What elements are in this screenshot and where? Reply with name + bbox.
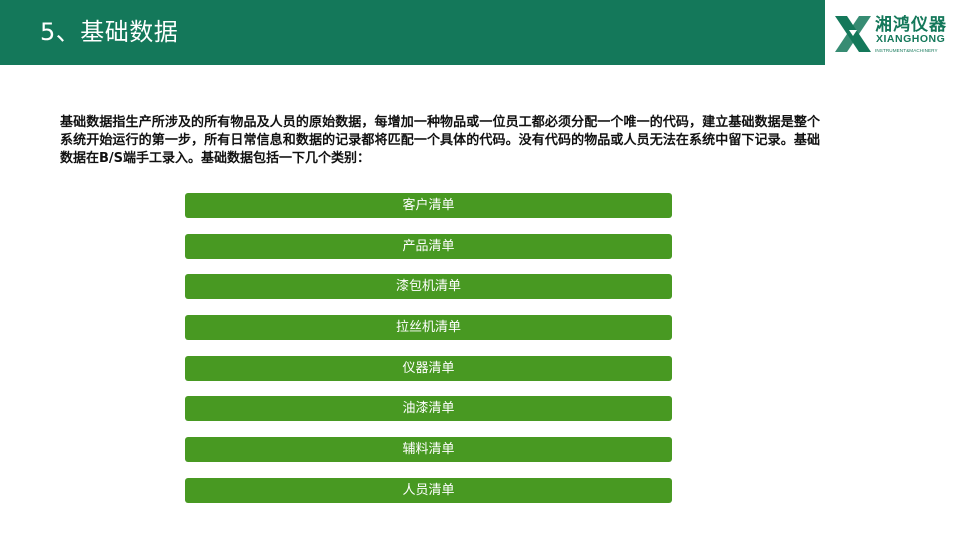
company-logo: 湘鸿仪器 XIANGHONG INSTRUMENT&MACHINERY [825, 0, 960, 65]
category-product-list: 产品清单 [185, 233, 672, 259]
slide-header: 5、基础数据 湘鸿仪器 XIANGHONG INSTRUMENT&MACHINE… [0, 0, 960, 65]
logo-tagline: INSTRUMENT&MACHINERY [875, 48, 938, 53]
logo-chinese-name: 湘鸿仪器 [875, 15, 947, 35]
intro-paragraph: 基础数据指生产所涉及的所有物品及人员的原始数据，每增加一种物品或一位员工都必须分… [60, 115, 820, 166]
category-customer-list: 客户清单 [185, 193, 672, 218]
category-drawing-machine-list: 拉丝机清单 [185, 315, 672, 341]
category-auxiliary-material-list: 辅料清单 [185, 437, 672, 463]
x-shape-logo-icon [835, 16, 871, 52]
category-enameling-machine-list: 漆包机清单 [185, 274, 672, 300]
logo-english-name: XIANGHONG [876, 33, 946, 45]
category-personnel-list: 人员清单 [185, 477, 672, 503]
category-list: 客户清单 产品清单 漆包机清单 拉丝机清单 仪器清单 油漆清单 辅料清单 人员清… [185, 193, 672, 519]
category-instrument-list: 仪器清单 [185, 355, 672, 381]
slide-title: 5、基础数据 [40, 18, 179, 46]
category-paint-list: 油漆清单 [185, 396, 672, 422]
